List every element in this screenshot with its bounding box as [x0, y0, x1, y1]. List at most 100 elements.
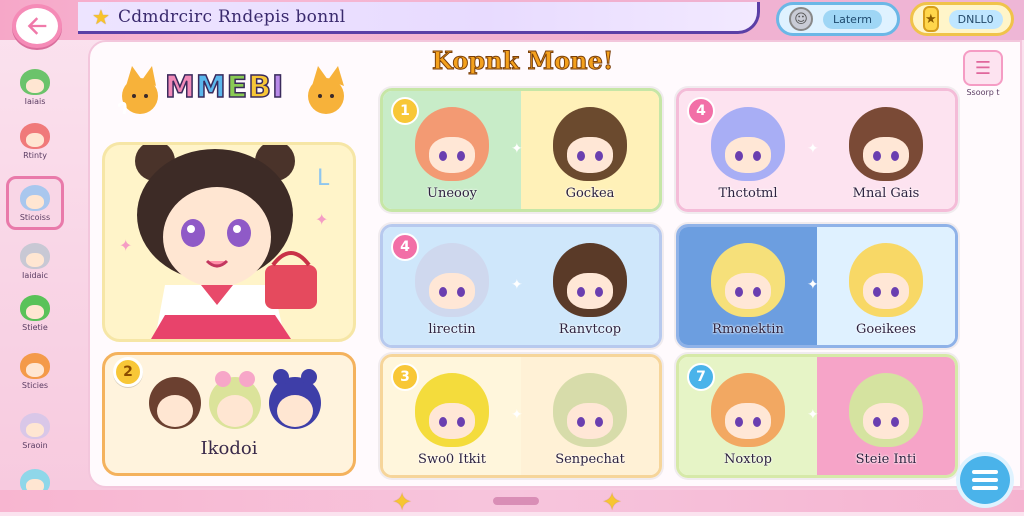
character-portrait [711, 107, 785, 181]
sparkle-icon: ✦ [807, 141, 819, 157]
character-name: Uneooy [426, 186, 478, 201]
sidebar-item[interactable]: Iaidaic [6, 234, 64, 288]
sidebar-item[interactable]: Sticoiss [6, 176, 64, 230]
sparkle-icon: ✦ [511, 141, 523, 157]
character-pair-card[interactable]: Swo0 Itkit Senpechat 3 ✦ [380, 354, 662, 478]
featured-character-illustration: L ✦ ✦ [119, 141, 330, 339]
coin-icon: ★ [923, 6, 939, 32]
group-card[interactable]: 2 Ikodoi [102, 352, 356, 476]
character-slot[interactable]: Gockea [521, 91, 659, 209]
logo-letter: B [247, 69, 273, 106]
sidebar-item[interactable]: Iaiais [6, 60, 64, 114]
back-button[interactable] [12, 4, 62, 48]
character-portrait [553, 243, 627, 317]
card-badge: 7 [687, 363, 715, 391]
character-name: Goeikees [856, 322, 916, 337]
character-pair-card[interactable]: lirectin Ranvtcop 4 ✦ [380, 224, 662, 348]
sidebar-item[interactable]: Sraoin [6, 404, 64, 458]
character-pair-card[interactable]: Thctotml Mnal Gais 4 ✦ [676, 88, 958, 212]
character-name: Ranvtcop [558, 322, 622, 337]
card-badge: 3 [391, 363, 419, 391]
character-icon [20, 412, 50, 439]
page-title: Cdmdrcirc Rndepis bonnl [117, 6, 346, 27]
character-slot[interactable]: Senpechat [521, 357, 659, 475]
character-portrait [553, 373, 627, 447]
character-pair-card[interactable]: Rmonektin Goeikees ✦ [676, 224, 958, 348]
character-slot[interactable]: Rmonektin [679, 227, 817, 345]
svg-text:✦: ✦ [119, 236, 132, 255]
sidebar-item-label: Iaidaic [21, 270, 49, 280]
character-icon [20, 352, 50, 379]
sidebar-item-label: Sticoiss [19, 212, 51, 222]
title-banner: ★ Cdmdrcirc Rndepis bonnl [78, 2, 760, 34]
card-badge: 1 [391, 97, 419, 125]
character-name: Steie Inti [855, 452, 917, 467]
user-label: Laterm [823, 9, 882, 29]
character-slot[interactable]: Goeikees [817, 227, 955, 345]
character-portrait [711, 373, 785, 447]
character-portrait [415, 243, 489, 317]
character-name: Swo0 Itkit [418, 452, 486, 467]
checklist-icon: ☰ [963, 50, 1003, 86]
character-icon [20, 184, 50, 211]
settings-shortcut[interactable]: ☰ Ssoorp t [962, 50, 1004, 100]
character-icon [20, 294, 50, 321]
character-portrait [415, 107, 489, 181]
character-portrait [553, 107, 627, 181]
star-icon: ★ [92, 4, 110, 29]
hamburger-icon [972, 470, 998, 490]
sidebar-item[interactable]: Sticies [6, 344, 64, 398]
sparkle-icon: ✦ [511, 407, 523, 423]
character-portrait [849, 373, 923, 447]
character-portrait [415, 373, 489, 447]
character-pair-card[interactable]: Noxtop Steie Inti 7 ✦ [676, 354, 958, 478]
character-slot[interactable]: Mnal Gais [817, 91, 955, 209]
group-card-label: Ikodoi [200, 438, 258, 459]
character-name: Rmonektin [712, 322, 784, 337]
character-portrait [849, 107, 923, 181]
character-portrait [849, 243, 923, 317]
sparkle-icon: ✦ [807, 277, 819, 293]
page-indicator[interactable] [493, 497, 539, 505]
sidebar-item-label: Stietie [22, 322, 48, 332]
character-slot[interactable]: Ranvtcop [521, 227, 659, 345]
character-name: Noxtop [724, 452, 772, 467]
featured-character-card[interactable]: L ✦ ✦ [102, 141, 356, 342]
character-name: Gockea [565, 186, 615, 201]
logo-letter: E [226, 69, 249, 106]
card-badge: 4 [687, 97, 715, 125]
group-characters-illustration [149, 369, 321, 429]
menu-button[interactable] [956, 452, 1014, 508]
sidebar: Iaiais Rtinty Sticoiss Iaidaic Stietie Sticie… [0, 52, 70, 512]
logo-letter: I [271, 69, 285, 106]
character-name: Mnal Gais [852, 186, 920, 201]
character-slot[interactable]: Steie Inti [817, 357, 955, 475]
currency-label: DNLL0 [948, 9, 1003, 29]
svg-text:L: L [317, 166, 330, 191]
character-name: Thctotml [718, 186, 778, 201]
sidebar-item-label: Sraoin [22, 440, 48, 450]
character-name: lirectin [428, 322, 476, 337]
settings-label: Ssoorp t [966, 88, 1000, 97]
game-logo: MMEBI [164, 69, 285, 106]
arrow-left-icon [27, 17, 47, 35]
sidebar-item-label: Rtinty [23, 150, 47, 160]
currency-pill[interactable]: ★ DNLL0 [910, 2, 1014, 36]
sidebar-item[interactable]: Stietie [6, 286, 64, 340]
sidebar-item-label: Iaiais [24, 96, 46, 106]
section-title: Kopnk Mone! [431, 46, 614, 76]
card-badge: 4 [391, 233, 419, 261]
character-name: Senpechat [555, 452, 625, 467]
character-pair-card[interactable]: Uneooy Gockea 1 ✦ [380, 88, 662, 212]
sparkle-icon: ✦ [511, 277, 523, 293]
sparkle-icon: ✦ [807, 407, 819, 423]
logo-letter: M [164, 69, 196, 106]
sidebar-item[interactable]: Rtinty [6, 114, 64, 168]
user-profile-pill[interactable]: ☺ Laterm [776, 2, 900, 36]
character-icon [20, 242, 50, 269]
character-portrait [711, 243, 785, 317]
avatar: ☺ [789, 7, 813, 31]
svg-text:✦: ✦ [315, 210, 328, 229]
character-icon [20, 68, 50, 95]
character-icon [20, 122, 50, 149]
